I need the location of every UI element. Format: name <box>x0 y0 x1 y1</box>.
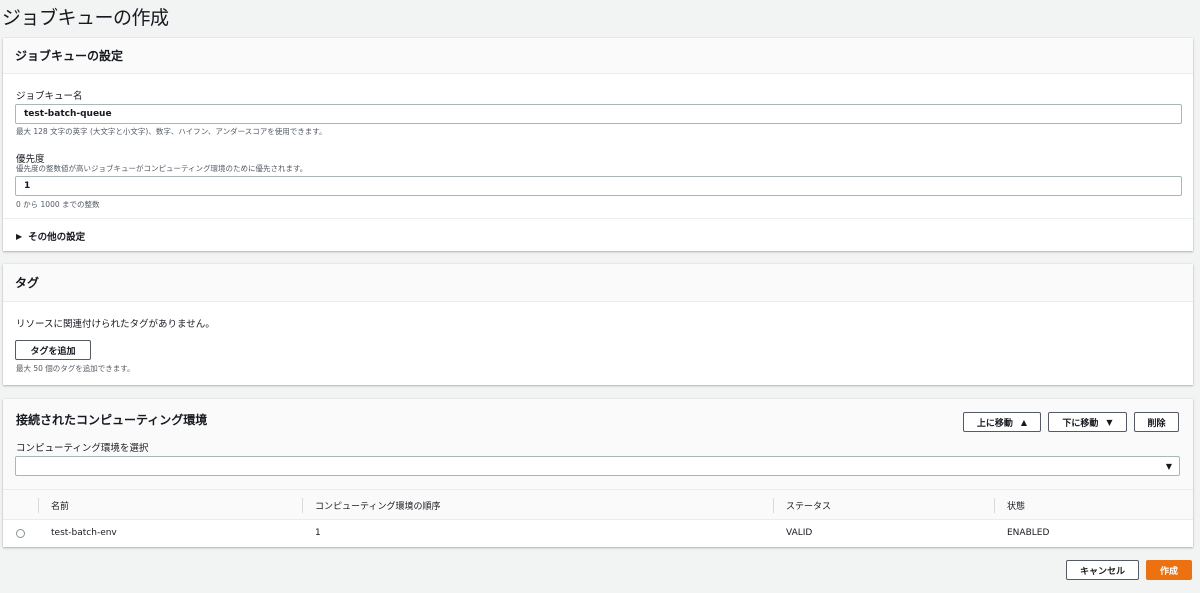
column-header-status[interactable]: ステータス <box>786 490 831 521</box>
queue-name-input[interactable]: test-batch-queue <box>15 104 1182 124</box>
other-settings-label: その他の設定 <box>28 232 86 243</box>
move-down-label: 下に移動 <box>1062 418 1099 429</box>
queue-name-label: ジョブキュー名 <box>16 91 83 102</box>
column-header-order[interactable]: コンピューティング環境の順序 <box>315 490 440 521</box>
column-divider <box>38 498 39 513</box>
settings-panel: ジョブキューの設定 ジョブキュー名 test-batch-queue 最大 12… <box>3 38 1193 251</box>
page-title: ジョブキューの作成 <box>2 7 169 29</box>
add-tag-button[interactable]: タグを追加 <box>15 340 91 360</box>
cell-state: ENABLED <box>1007 528 1050 538</box>
compute-panel-header: 接続されたコンピューティング環境 <box>16 413 208 427</box>
move-up-button[interactable]: 上に移動 ▲ <box>963 412 1041 432</box>
queue-name-hint: 最大 128 文字の英字 (大文字と小文字)、数字、ハイフン、アンダースコアを使… <box>16 127 327 136</box>
compute-panel: 接続されたコンピューティング環境 上に移動 ▲ 下に移動 ▼ 削除 コンピューテ… <box>3 399 1193 547</box>
move-up-label: 上に移動 <box>976 418 1013 429</box>
queue-name-value: test-batch-queue <box>24 109 112 119</box>
table-header-row: 名前 コンピューティング環境の順序 ステータス 状態 <box>3 489 1193 520</box>
tags-hint: 最大 50 個のタグを追加できます。 <box>16 364 135 373</box>
tags-empty-text: リソースに関連付けられたタグがありません。 <box>16 319 215 330</box>
tags-panel: タグ リソースに関連付けられたタグがありません。 タグを追加 最大 50 個のタ… <box>3 264 1193 385</box>
create-button[interactable]: 作成 <box>1146 560 1192 580</box>
tags-panel-header: タグ <box>3 264 1193 302</box>
cell-order: 1 <box>315 528 321 538</box>
caret-right-icon: ▶ <box>16 231 23 241</box>
compute-select[interactable]: ▼ <box>15 456 1180 476</box>
row-radio[interactable] <box>16 529 25 538</box>
compute-table: 名前 コンピューティング環境の順序 ステータス 状態 test-batch-en… <box>3 489 1193 547</box>
priority-hint: 0 から 1000 までの整数 <box>16 200 100 209</box>
column-header-state[interactable]: 状態 <box>1007 490 1025 521</box>
column-divider <box>994 498 995 513</box>
column-header-name[interactable]: 名前 <box>51 490 69 521</box>
column-divider <box>773 498 774 513</box>
settings-divider <box>3 218 1193 219</box>
priority-description: 優先度の整数値が高いジョブキューがコンピューティング環境のために優先されます。 <box>16 164 308 173</box>
settings-panel-header: ジョブキューの設定 <box>3 38 1193 74</box>
priority-value: 1 <box>24 181 31 191</box>
table-row[interactable]: test-batch-env 1 VALID ENABLED <box>3 520 1193 547</box>
move-down-button[interactable]: 下に移動 ▼ <box>1048 412 1127 432</box>
triangle-down-icon: ▼ <box>1106 417 1113 427</box>
priority-input[interactable]: 1 <box>15 176 1182 196</box>
cancel-button[interactable]: キャンセル <box>1066 560 1139 580</box>
column-divider <box>302 498 303 513</box>
triangle-up-icon: ▲ <box>1020 417 1028 427</box>
delete-button[interactable]: 削除 <box>1134 412 1179 432</box>
cell-name: test-batch-env <box>51 528 117 538</box>
triangle-down-icon: ▼ <box>1165 461 1172 471</box>
cell-status: VALID <box>786 528 813 538</box>
other-settings-toggle[interactable]: ▶ その他の設定 <box>16 229 86 244</box>
select-compute-label: コンピューティング環境を選択 <box>16 443 149 454</box>
